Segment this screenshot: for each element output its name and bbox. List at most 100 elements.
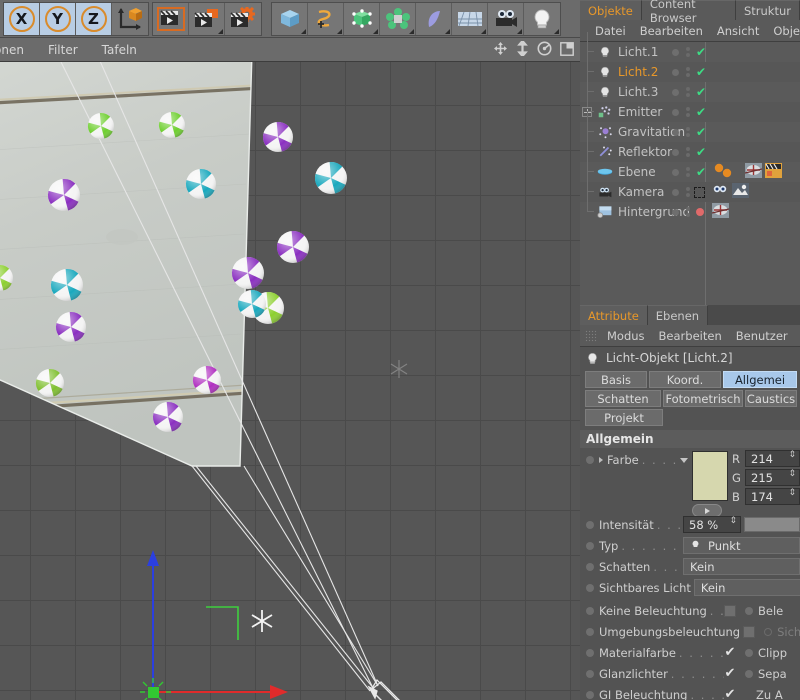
world-coordinates-button[interactable] [112, 3, 148, 35]
render-view-button[interactable] [153, 3, 189, 35]
property-tab-projekt[interactable]: Projekt [585, 409, 663, 426]
color-swatch[interactable] [692, 451, 728, 501]
texture-tag[interactable] [712, 203, 729, 221]
property-tab-fotometrisch[interactable]: Fotometrisch [663, 390, 743, 407]
camera-button[interactable] [488, 3, 524, 35]
right-anim-dot[interactable] [745, 649, 753, 657]
object-row-licht-1[interactable]: Licht.1✔ [580, 42, 800, 62]
object-row-gravitation[interactable]: Gravitation✔ [580, 122, 800, 142]
enabled-check-icon[interactable]: ✔ [696, 86, 706, 98]
property-tab-allgemei[interactable]: Allgemei [723, 371, 797, 388]
enabled-check-icon[interactable]: ✔ [696, 126, 706, 138]
object-visibility-dots[interactable]: ✔ [672, 62, 716, 82]
dolly-icon[interactable] [516, 41, 529, 56]
object-visibility-dots[interactable]: ✔ [672, 42, 716, 62]
object-visibility-dots[interactable]: ✔ [672, 162, 716, 182]
objmenu-objekte[interactable]: Obje [766, 24, 800, 38]
material-tag[interactable] [712, 163, 742, 181]
color-channel-input[interactable]: 214⇕ [745, 450, 800, 467]
floor-button[interactable] [452, 3, 488, 35]
checkbox-keine-beleuchtung[interactable] [724, 605, 736, 617]
tab-struktur[interactable]: Struktur [736, 0, 800, 20]
pan-icon[interactable] [493, 41, 508, 56]
property-tab-koord-[interactable]: Koord. [649, 371, 721, 388]
render-settings-button[interactable] [225, 3, 261, 35]
chevron-right-icon[interactable] [599, 457, 603, 463]
menu-item-tafeln[interactable]: Tafeln [102, 43, 151, 57]
tab-attribute[interactable]: Attribute [580, 305, 648, 325]
hypernurbs-button[interactable] [344, 3, 380, 35]
property-tab-caustics[interactable]: Caustics [745, 390, 797, 407]
object-row-licht-3[interactable]: Licht.3✔ [580, 82, 800, 102]
selection-box-icon[interactable] [694, 187, 705, 198]
intensity-slider[interactable] [744, 517, 800, 532]
object-visibility-dots[interactable]: ✔ [672, 122, 716, 142]
property-dropdown-sichtbares-licht[interactable]: Kein [694, 579, 800, 596]
property-value-input-intensit-t[interactable]: 58 %⇕ [683, 516, 741, 533]
property-anim-dot[interactable] [586, 607, 594, 615]
object-visibility-dots[interactable]: ✔ [672, 142, 716, 162]
right-anim-dot[interactable] [745, 670, 753, 678]
rotate-icon[interactable] [537, 41, 552, 56]
property-anim-dot[interactable] [586, 628, 594, 636]
object-visibility-dots[interactable]: ✔ [672, 102, 716, 122]
object-visibility-dots[interactable] [672, 202, 716, 222]
attrmenu-modus[interactable]: Modus [600, 329, 652, 343]
array-button[interactable] [380, 3, 416, 35]
target-tag[interactable] [712, 183, 729, 201]
maximize-icon[interactable] [560, 42, 574, 56]
objmenu-datei[interactable]: Datei [588, 24, 633, 38]
right-anim-dot[interactable] [745, 607, 753, 615]
property-dropdown-schatten[interactable]: Kein [683, 558, 800, 575]
axis-z-button[interactable]: Z [76, 3, 112, 35]
attrmenu-bearbeiten[interactable]: Bearbeiten [652, 329, 729, 343]
menu-item-filter[interactable]: Filter [48, 43, 92, 57]
object-row-hintergrund[interactable]: Hintergrund [580, 202, 800, 222]
cube-button[interactable] [272, 3, 308, 35]
object-manager[interactable]: Licht.1✔Licht.2✔Licht.3✔Emitter✔Gravitat… [580, 42, 800, 325]
render-region-button[interactable] [189, 3, 225, 35]
attrmenu-benutzer[interactable]: Benutzer [729, 329, 795, 343]
object-row-emitter[interactable]: Emitter✔ [580, 102, 800, 122]
property-anim-dot[interactable] [586, 563, 594, 571]
checkbox-glanzlichter[interactable]: ✔ [724, 668, 736, 680]
object-row-licht-2[interactable]: Licht.2✔ [580, 62, 800, 82]
checkbox-gi-beleuchtung[interactable]: ✔ [724, 689, 736, 700]
object-row-kamera[interactable]: Kamera [580, 182, 800, 202]
light-button[interactable] [524, 3, 560, 35]
mograph-tag[interactable] [765, 163, 782, 181]
enabled-check-icon[interactable]: ✔ [696, 146, 706, 158]
property-tab-basis[interactable]: Basis [585, 371, 647, 388]
bend-button[interactable] [416, 3, 452, 35]
menu-item-optionen[interactable]: onen [0, 43, 38, 57]
right-anim-dot[interactable] [764, 628, 772, 636]
chevron-down-icon[interactable] [680, 458, 688, 463]
tab-ebenen[interactable]: Ebenen [648, 305, 708, 325]
color-channel-input[interactable]: 174⇕ [745, 488, 800, 505]
object-row-reflektor[interactable]: Reflektor✔ [580, 142, 800, 162]
enabled-check-icon[interactable]: ✔ [696, 46, 706, 58]
viewport-perspective[interactable] [0, 62, 580, 700]
objmenu-ansicht[interactable]: Ansicht [710, 24, 766, 38]
texture-tag[interactable] [745, 163, 762, 181]
object-row-ebene[interactable]: Ebene✔ [580, 162, 800, 182]
enabled-check-icon[interactable]: ✔ [696, 106, 706, 118]
panel-grip-icon[interactable] [585, 330, 597, 342]
spinner-icon[interactable]: ⇕ [729, 518, 737, 525]
property-anim-dot[interactable] [586, 542, 594, 550]
color-channel-input[interactable]: 215⇕ [745, 469, 800, 486]
axis-x-button[interactable]: X [4, 3, 40, 35]
tab-objekte[interactable]: Objekte [580, 0, 642, 20]
enabled-check-icon[interactable]: ✔ [696, 166, 706, 178]
object-visibility-dots[interactable] [672, 182, 716, 202]
checkbox-materialfarbe[interactable]: ✔ [724, 647, 736, 659]
spline-button[interactable] [308, 3, 344, 35]
property-anim-dot[interactable] [586, 649, 594, 657]
objmenu-bearbeiten[interactable]: Bearbeiten [633, 24, 710, 38]
color-anim-dot[interactable] [586, 456, 594, 464]
spinner-icon[interactable]: ⇕ [788, 490, 796, 497]
checkbox-umgebungsbeleuchtung[interactable] [743, 626, 755, 638]
spinner-icon[interactable]: ⇕ [788, 452, 796, 459]
disabled-dot-icon[interactable] [696, 208, 704, 216]
property-dropdown-typ[interactable]: Punkt [683, 537, 800, 554]
